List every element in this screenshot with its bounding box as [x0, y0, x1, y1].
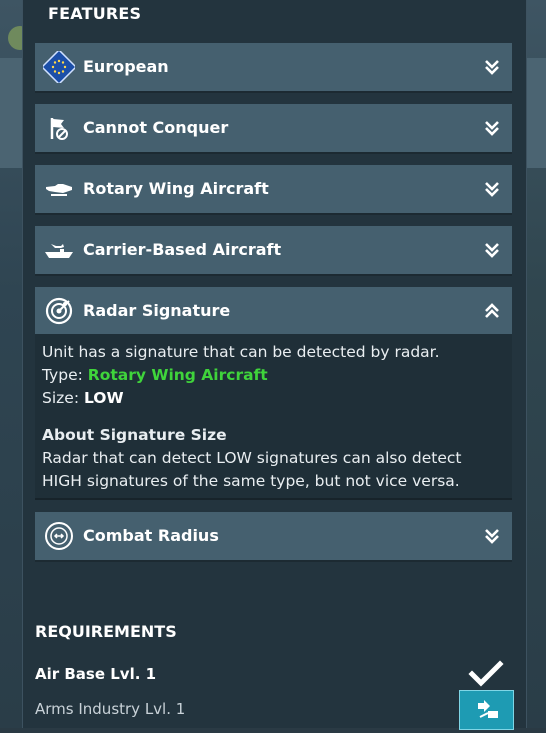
eu-flag-icon: [43, 51, 75, 83]
requirement-row: Arms Industry Lvl. 1: [35, 694, 512, 726]
feature-label: Cannot Conquer: [83, 118, 229, 137]
feature-label: Rotary Wing Aircraft: [83, 179, 269, 198]
helicopter-icon: [43, 173, 75, 205]
requirement-label: Arms Industry Lvl. 1: [35, 700, 186, 718]
type-value-link[interactable]: Rotary Wing Aircraft: [88, 366, 268, 384]
go-to-icon: [478, 700, 498, 718]
feature-european[interactable]: European: [35, 43, 512, 91]
requirements-title: REQUIREMENTS: [35, 622, 177, 641]
features-title: FEATURES: [48, 4, 142, 23]
chevron-down-icon: [485, 182, 499, 197]
requirement-label: Air Base Lvl. 1: [35, 665, 157, 683]
type-label: Type:: [42, 366, 88, 384]
radar-signature-details: Unit has a signature that can be detecte…: [35, 334, 512, 498]
chevron-down-icon: [485, 60, 499, 75]
chevron-down-icon: [485, 121, 499, 136]
feature-rotary-wing[interactable]: Rotary Wing Aircraft: [35, 165, 512, 213]
feature-combat-radius[interactable]: Combat Radius: [35, 512, 512, 560]
checkmark-icon: [468, 660, 504, 687]
feature-label: Radar Signature: [83, 301, 231, 320]
feature-cannot-conquer[interactable]: Cannot Conquer: [35, 104, 512, 152]
size-label: Size:: [42, 389, 84, 407]
about-signature-line-1: Radar that can detect LOW signatures can…: [42, 449, 462, 467]
radar-type: Type: Rotary Wing Aircraft: [42, 366, 268, 384]
chevron-down-icon: [485, 243, 499, 258]
chevron-down-icon: [485, 529, 499, 544]
radar-size: Size: LOW: [42, 389, 124, 407]
feature-label: Carrier-Based Aircraft: [83, 240, 282, 259]
carrier-icon: [43, 234, 75, 266]
about-signature-line-2: HIGH signatures of the same type, but no…: [42, 472, 460, 490]
go-to-requirement-button[interactable]: [459, 690, 514, 730]
requirement-row: Air Base Lvl. 1: [35, 659, 512, 691]
radar-description: Unit has a signature that can be detecte…: [42, 343, 440, 361]
feature-carrier-based[interactable]: Carrier-Based Aircraft: [35, 226, 512, 274]
feature-label: European: [83, 57, 169, 76]
feature-radar-signature[interactable]: Radar Signature: [35, 287, 512, 335]
about-signature-title: About Signature Size: [42, 426, 227, 444]
size-value: LOW: [83, 389, 124, 407]
chevron-up-icon: [485, 303, 499, 318]
radius-icon: [43, 520, 75, 552]
radar-icon: [43, 295, 75, 327]
no-flag-icon: [43, 112, 75, 144]
feature-label: Combat Radius: [83, 526, 219, 545]
